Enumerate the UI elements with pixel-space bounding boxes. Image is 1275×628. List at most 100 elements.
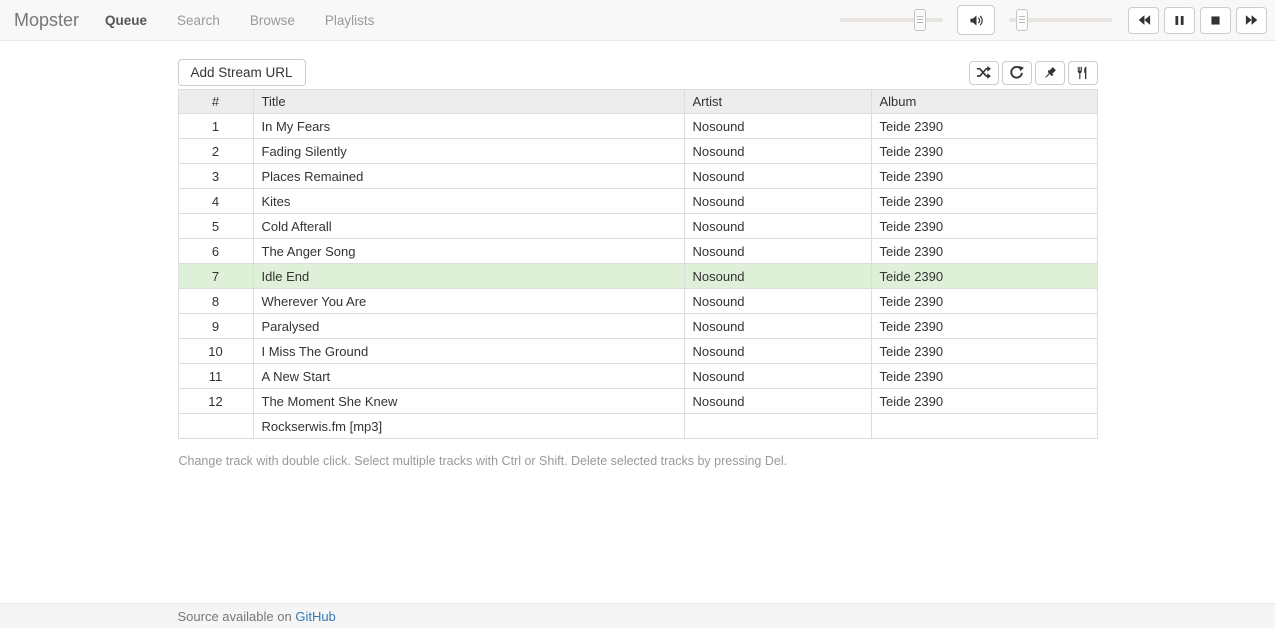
track-number[interactable]: 6	[178, 239, 253, 264]
track-album[interactable]: Teide 2390	[871, 289, 1097, 314]
shuffle-button[interactable]	[969, 61, 999, 85]
track-artist[interactable]: Nosound	[684, 364, 871, 389]
track-number[interactable]: 3	[178, 164, 253, 189]
track-title[interactable]: The Moment She Knew	[253, 389, 684, 414]
track-album[interactable]: Teide 2390	[871, 389, 1097, 414]
track-artist[interactable]: Nosound	[684, 164, 871, 189]
track-album[interactable]: Teide 2390	[871, 214, 1097, 239]
track-artist[interactable]: Nosound	[684, 264, 871, 289]
track-title[interactable]: Rockserwis.fm [mp3]	[253, 414, 684, 439]
track-title[interactable]: Fading Silently	[253, 139, 684, 164]
repeat-icon	[1009, 65, 1024, 80]
nav-tab-search[interactable]: Search	[177, 13, 220, 28]
table-row[interactable]: 4KitesNosoundTeide 2390	[178, 189, 1097, 214]
queue-toolbar: Add Stream URL	[178, 59, 1098, 86]
track-title[interactable]: Paralysed	[253, 314, 684, 339]
track-album[interactable]: Teide 2390	[871, 164, 1097, 189]
track-artist[interactable]: Nosound	[684, 314, 871, 339]
track-album[interactable]: Teide 2390	[871, 239, 1097, 264]
slider-grip	[917, 16, 923, 24]
volume-slider[interactable]	[1009, 6, 1112, 34]
track-number[interactable]: 1	[178, 114, 253, 139]
track-title[interactable]: Idle End	[253, 264, 684, 289]
track-number[interactable]	[178, 414, 253, 439]
table-row[interactable]: 3Places RemainedNosoundTeide 2390	[178, 164, 1097, 189]
table-row[interactable]: 12The Moment She KnewNosoundTeide 2390	[178, 389, 1097, 414]
shuffle-icon	[976, 65, 991, 80]
track-album[interactable]: Teide 2390	[871, 139, 1097, 164]
pushpin-icon	[1043, 66, 1057, 80]
track-title[interactable]: In My Fears	[253, 114, 684, 139]
seek-slider[interactable]	[840, 6, 943, 34]
track-album[interactable]: Teide 2390	[871, 314, 1097, 339]
track-artist[interactable]: Nosound	[684, 339, 871, 364]
mute-button[interactable]	[957, 5, 995, 35]
track-artist[interactable]: Nosound	[684, 239, 871, 264]
track-artist[interactable]	[684, 414, 871, 439]
track-number[interactable]: 10	[178, 339, 253, 364]
track-number[interactable]: 9	[178, 314, 253, 339]
nav-tab-browse[interactable]: Browse	[250, 13, 295, 28]
single-button[interactable]	[1035, 61, 1065, 85]
track-artist[interactable]: Nosound	[684, 139, 871, 164]
table-row[interactable]: 8Wherever You AreNosoundTeide 2390	[178, 289, 1097, 314]
stop-button[interactable]	[1200, 7, 1231, 34]
seek-slider-handle[interactable]	[914, 9, 926, 31]
track-title[interactable]: A New Start	[253, 364, 684, 389]
stop-icon	[1209, 14, 1222, 27]
table-row[interactable]: 1In My FearsNosoundTeide 2390	[178, 114, 1097, 139]
table-row[interactable]: Rockserwis.fm [mp3]	[178, 414, 1097, 439]
column-header-title: Title	[253, 90, 684, 114]
table-row[interactable]: 10I Miss The GroundNosoundTeide 2390	[178, 339, 1097, 364]
table-row[interactable]: 7Idle EndNosoundTeide 2390	[178, 264, 1097, 289]
help-text: Change track with double click. Select m…	[179, 454, 1098, 468]
track-number[interactable]: 12	[178, 389, 253, 414]
table-row[interactable]: 9ParalysedNosoundTeide 2390	[178, 314, 1097, 339]
track-album[interactable]: Teide 2390	[871, 339, 1097, 364]
table-row[interactable]: 11A New StartNosoundTeide 2390	[178, 364, 1097, 389]
consume-button[interactable]	[1068, 61, 1098, 85]
table-row[interactable]: 6The Anger SongNosoundTeide 2390	[178, 239, 1097, 264]
track-title[interactable]: Cold Afterall	[253, 214, 684, 239]
column-header-album: Album	[871, 90, 1097, 114]
backward-button[interactable]	[1128, 7, 1159, 34]
main-nav: Queue Search Browse Playlists	[105, 13, 404, 28]
track-title[interactable]: Places Remained	[253, 164, 684, 189]
seek-slider-track[interactable]	[840, 18, 943, 22]
cutlery-icon	[1076, 66, 1090, 80]
track-artist[interactable]: Nosound	[684, 214, 871, 239]
track-artist[interactable]: Nosound	[684, 189, 871, 214]
track-artist[interactable]: Nosound	[684, 114, 871, 139]
github-link[interactable]: GitHub	[295, 609, 335, 624]
volume-slider-handle[interactable]	[1016, 9, 1028, 31]
add-stream-url-button[interactable]: Add Stream URL	[178, 59, 306, 86]
pause-button[interactable]	[1164, 7, 1195, 34]
nav-tab-playlists[interactable]: Playlists	[325, 13, 375, 28]
table-header-row: # Title Artist Album	[178, 90, 1097, 114]
table-row[interactable]: 5Cold AfterallNosoundTeide 2390	[178, 214, 1097, 239]
track-album[interactable]: Teide 2390	[871, 264, 1097, 289]
track-artist[interactable]: Nosound	[684, 389, 871, 414]
track-title[interactable]: Kites	[253, 189, 684, 214]
nav-tab-queue[interactable]: Queue	[105, 13, 147, 28]
track-number[interactable]: 4	[178, 189, 253, 214]
track-number[interactable]: 5	[178, 214, 253, 239]
track-title[interactable]: I Miss The Ground	[253, 339, 684, 364]
app-brand[interactable]: Mopster	[14, 10, 79, 31]
player-controls	[840, 5, 1267, 35]
track-number[interactable]: 7	[178, 264, 253, 289]
forward-button[interactable]	[1236, 7, 1267, 34]
track-album[interactable]: Teide 2390	[871, 364, 1097, 389]
track-title[interactable]: The Anger Song	[253, 239, 684, 264]
track-album[interactable]	[871, 414, 1097, 439]
track-album[interactable]: Teide 2390	[871, 189, 1097, 214]
track-number[interactable]: 8	[178, 289, 253, 314]
repeat-button[interactable]	[1002, 61, 1032, 85]
table-row[interactable]: 2Fading SilentlyNosoundTeide 2390	[178, 139, 1097, 164]
track-number[interactable]: 2	[178, 139, 253, 164]
track-artist[interactable]: Nosound	[684, 289, 871, 314]
playback-mode-toggles	[969, 61, 1098, 85]
track-number[interactable]: 11	[178, 364, 253, 389]
track-title[interactable]: Wherever You Are	[253, 289, 684, 314]
track-album[interactable]: Teide 2390	[871, 114, 1097, 139]
